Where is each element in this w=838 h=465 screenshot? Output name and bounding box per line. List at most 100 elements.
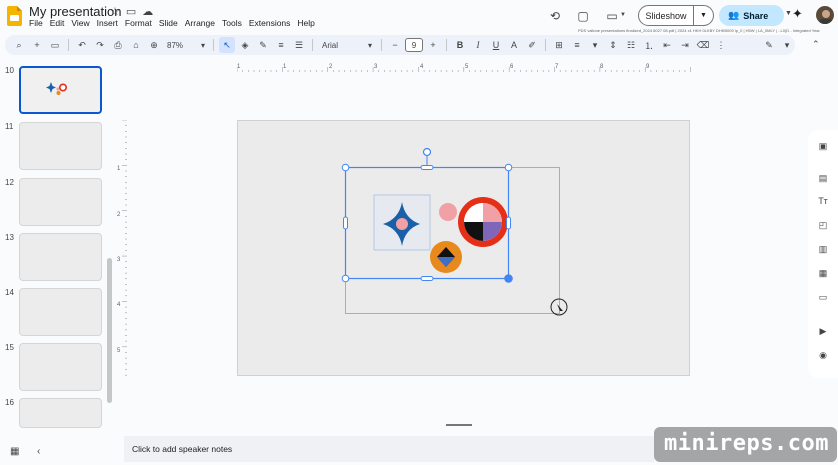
clear-format-icon[interactable]: ⌫ xyxy=(695,37,711,53)
bold-icon[interactable]: B xyxy=(452,37,468,53)
share-button[interactable]: 👥 Share xyxy=(719,5,784,26)
resize-handle-top[interactable] xyxy=(420,165,434,170)
folder-panel-icon[interactable]: ▭ xyxy=(815,289,831,305)
share-dropdown-icon[interactable]: ▼ xyxy=(785,10,792,17)
new-slide-dropdown-icon[interactable]: ▭ xyxy=(47,37,63,53)
editing-mode-icon[interactable]: ✎ xyxy=(761,37,777,53)
numbered-list-icon[interactable]: ⒈ xyxy=(641,37,657,53)
move-folder-icon[interactable]: ▭ xyxy=(126,5,136,18)
star-center-dot[interactable] xyxy=(396,218,408,230)
charts-panel-icon[interactable]: ▦ xyxy=(815,265,831,281)
insert-link-icon[interactable]: ⊞ xyxy=(551,37,567,53)
border-weight-icon[interactable]: ≡ xyxy=(273,37,289,53)
italic-icon[interactable]: I xyxy=(470,37,486,53)
line-spacing-icon[interactable]: ⇕ xyxy=(605,37,621,53)
align-dropdown-icon[interactable]: ▾ xyxy=(587,37,603,53)
zoom-icon[interactable]: ⊕ xyxy=(146,37,162,53)
star-icon[interactable]: ☆ xyxy=(110,5,120,18)
slide-thumbnail[interactable] xyxy=(19,122,102,170)
slides-app: My presentation ☆ ▭ ☁ File Edit View Ins… xyxy=(0,0,838,465)
menu-slide[interactable]: Slide xyxy=(159,18,178,28)
redo-icon[interactable]: ↷ xyxy=(92,37,108,53)
slide-thumbnail[interactable] xyxy=(19,288,102,336)
meet-icon[interactable]: ▭ xyxy=(603,7,621,25)
resize-handle-top-left[interactable] xyxy=(341,163,350,172)
resize-handle-right[interactable] xyxy=(506,216,511,230)
new-slide-icon[interactable]: + xyxy=(29,37,45,53)
menu-file[interactable]: File xyxy=(29,18,43,28)
text-color-icon[interactable]: A xyxy=(506,37,522,53)
slide-number: 11 xyxy=(5,122,14,131)
history-icon[interactable]: ⟲ xyxy=(546,7,564,25)
layout-panel-icon[interactable]: ▣ xyxy=(815,138,831,154)
align-icon[interactable]: ≡ xyxy=(569,37,585,53)
grid-view-icon[interactable]: ▦ xyxy=(10,446,19,457)
undo-icon[interactable]: ↶ xyxy=(74,37,90,53)
fill-color-icon[interactable]: ◈ xyxy=(237,37,253,53)
highlight-icon[interactable]: ✐ xyxy=(524,37,540,53)
resize-handle-bottom[interactable] xyxy=(420,276,434,281)
paint-format-icon[interactable]: ⌂ xyxy=(128,37,144,53)
menu-insert[interactable]: Insert xyxy=(97,18,118,28)
speaker-notes[interactable]: Click to add speaker notes xyxy=(124,436,654,462)
zoom-select[interactable]: 87% ▾ xyxy=(164,41,208,50)
slide-thumbnail[interactable] xyxy=(19,343,102,391)
rotate-handle[interactable] xyxy=(422,147,432,157)
slide-thumbnail[interactable] xyxy=(19,233,102,281)
underline-icon[interactable]: U xyxy=(488,37,504,53)
hide-menus-icon[interactable]: ⌃ xyxy=(812,39,820,50)
slide-thumbnail[interactable] xyxy=(19,178,102,226)
shapes-panel-icon[interactable]: ◰ xyxy=(815,217,831,233)
select-icon[interactable]: ↖ xyxy=(219,37,235,53)
slides-logo-icon[interactable] xyxy=(7,6,22,26)
increase-font-icon[interactable]: + xyxy=(425,37,441,53)
gemini-icon[interactable]: ✦ xyxy=(792,6,803,22)
video-panel-icon[interactable]: ▶ xyxy=(815,323,831,339)
toolbar: ⌕ + ▭ ↶ ↷ ⎙ ⌂ ⊕ 87% ▾ ↖ ◈ ✎ ≡ ☰ Arial ▾ − … xyxy=(5,35,795,55)
pink-circle-shape[interactable] xyxy=(439,203,457,221)
menu-edit[interactable]: Edit xyxy=(50,18,65,28)
slide-thumbnail-selected[interactable] xyxy=(19,66,102,114)
decrease-indent-icon[interactable]: ⇤ xyxy=(659,37,675,53)
share-label: Share xyxy=(743,10,769,21)
comment-icon[interactable]: ▢ xyxy=(574,7,592,25)
stickers-panel-icon[interactable]: ▥ xyxy=(815,241,831,257)
slide-thumbnail[interactable] xyxy=(19,398,102,428)
menu-view[interactable]: View xyxy=(71,18,89,28)
increase-indent-icon[interactable]: ⇥ xyxy=(677,37,693,53)
menu-arrange[interactable]: Arrange xyxy=(185,18,215,28)
cloud-status-icon[interactable]: ☁ xyxy=(142,5,153,18)
text-panel-icon[interactable]: Tт xyxy=(815,193,831,209)
horizontal-ruler[interactable]: 1 1 2 3 4 5 6 7 8 9 xyxy=(237,62,691,72)
meet-dropdown-icon[interactable]: ▼ xyxy=(620,12,626,18)
mouse-cursor-icon xyxy=(557,304,563,311)
resize-handle-top-right[interactable] xyxy=(504,163,513,172)
notes-resize-handle[interactable] xyxy=(446,424,472,426)
resize-handle-bottom-left[interactable] xyxy=(341,274,350,283)
images-panel-icon[interactable]: ▤ xyxy=(815,170,831,186)
filmstrip-scrollbar[interactable] xyxy=(107,258,112,403)
avatar[interactable] xyxy=(815,5,835,25)
resize-handle-left[interactable] xyxy=(343,216,348,230)
border-dash-icon[interactable]: ☰ xyxy=(291,37,307,53)
resize-handle-bottom-right[interactable] xyxy=(504,274,513,283)
border-color-icon[interactable]: ✎ xyxy=(255,37,271,53)
editing-mode-dropdown-icon[interactable]: ▾ xyxy=(779,37,795,53)
slideshow-dropdown-icon[interactable]: ▼ xyxy=(694,5,714,26)
collapse-filmstrip-icon[interactable]: ‹ xyxy=(37,446,40,457)
decrease-font-icon[interactable]: − xyxy=(387,37,403,53)
menu-tools[interactable]: Tools xyxy=(222,18,242,28)
menu-help[interactable]: Help xyxy=(297,18,314,28)
document-title[interactable]: My presentation xyxy=(29,4,122,19)
slideshow-button[interactable]: Slideshow xyxy=(638,5,694,26)
menu-format[interactable]: Format xyxy=(125,18,152,28)
print-icon[interactable]: ⎙ xyxy=(110,37,126,53)
menu-extensions[interactable]: Extensions xyxy=(249,18,291,28)
bulleted-list-icon[interactable]: ☷ xyxy=(623,37,639,53)
play-panel-icon[interactable]: ◉ xyxy=(815,347,831,363)
font-size-input[interactable]: 9 xyxy=(405,38,423,52)
search-icon[interactable]: ⌕ xyxy=(11,37,27,53)
font-select[interactable]: Arial ▾ xyxy=(318,41,376,50)
vertical-ruler[interactable]: 1 2 3 4 5 xyxy=(117,120,127,376)
more-icon[interactable]: ⋮ xyxy=(713,37,729,53)
